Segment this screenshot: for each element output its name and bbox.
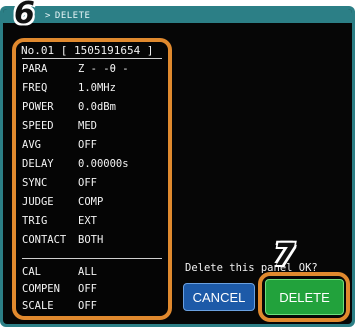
setting-row-speed: SPEED MED bbox=[22, 120, 97, 133]
setting-value: Z - -θ - bbox=[78, 63, 129, 75]
setting-row-freq: FREQ 1.0MHz bbox=[22, 82, 116, 95]
setting-key: SCALE bbox=[22, 300, 54, 312]
setting-value: BOTH bbox=[78, 234, 104, 246]
setting-value: COMP bbox=[78, 196, 104, 208]
panel-divider-bottom bbox=[22, 258, 162, 259]
setting-row-para: PARA Z - -θ - bbox=[22, 63, 129, 76]
setting-value: 0.00000s bbox=[78, 158, 129, 170]
setting-value: 1.0MHz bbox=[78, 82, 116, 94]
setting-value: OFF bbox=[78, 177, 97, 189]
setting-key: COMPEN bbox=[22, 283, 60, 295]
panel-settings-box: No.01 [ 1505191654 ] PARA Z - -θ - FREQ 1… bbox=[12, 38, 172, 320]
setting-key: AVG bbox=[22, 139, 41, 151]
setting-row-contact: CONTACT BOTH bbox=[22, 234, 103, 247]
setting-key: CAL bbox=[22, 266, 41, 278]
setting-row-power: POWER 0.0dBm bbox=[22, 101, 116, 114]
setting-value: OFF bbox=[78, 300, 97, 312]
cancel-button[interactable]: CANCEL bbox=[183, 283, 255, 311]
setting-row-avg: AVG OFF bbox=[22, 139, 97, 152]
setting-value: MED bbox=[78, 120, 97, 132]
delete-button[interactable]: DELETE bbox=[265, 279, 344, 315]
callout-number-7: 7 bbox=[274, 238, 295, 273]
title-bar: > DELETE bbox=[3, 9, 352, 23]
screen-title: > DELETE bbox=[45, 11, 90, 21]
setting-key: CONTACT bbox=[22, 234, 67, 246]
setting-row-cal: CAL ALL bbox=[22, 266, 97, 279]
setting-key: DELAY bbox=[22, 158, 54, 170]
panel-divider-top bbox=[22, 58, 162, 59]
setting-key: SYNC bbox=[22, 177, 48, 189]
setting-row-compen: COMPEN OFF bbox=[22, 283, 97, 296]
setting-value: 0.0dBm bbox=[78, 101, 116, 113]
setting-value: OFF bbox=[78, 283, 97, 295]
setting-key: PARA bbox=[22, 63, 48, 75]
callout-number-6: 6 bbox=[14, 0, 35, 31]
setting-key: SPEED bbox=[22, 120, 54, 132]
setting-row-delay: DELAY 0.00000s bbox=[22, 158, 129, 171]
title-arrow-icon: > bbox=[45, 11, 51, 21]
setting-row-trig: TRIG EXT bbox=[22, 215, 97, 228]
setting-row-judge: JUDGE COMP bbox=[22, 196, 103, 209]
setting-key: POWER bbox=[22, 101, 54, 113]
setting-value: ALL bbox=[78, 266, 97, 278]
title-label: DELETE bbox=[54, 11, 91, 21]
setting-row-scale: SCALE OFF bbox=[22, 300, 97, 313]
setting-key: JUDGE bbox=[22, 196, 54, 208]
setting-row-sync: SYNC OFF bbox=[22, 177, 97, 190]
panel-record-header: No.01 [ 1505191654 ] bbox=[21, 44, 154, 57]
setting-key: FREQ bbox=[22, 82, 48, 94]
setting-value: OFF bbox=[78, 139, 97, 151]
setting-value: EXT bbox=[78, 215, 97, 227]
setting-key: TRIG bbox=[22, 215, 48, 227]
